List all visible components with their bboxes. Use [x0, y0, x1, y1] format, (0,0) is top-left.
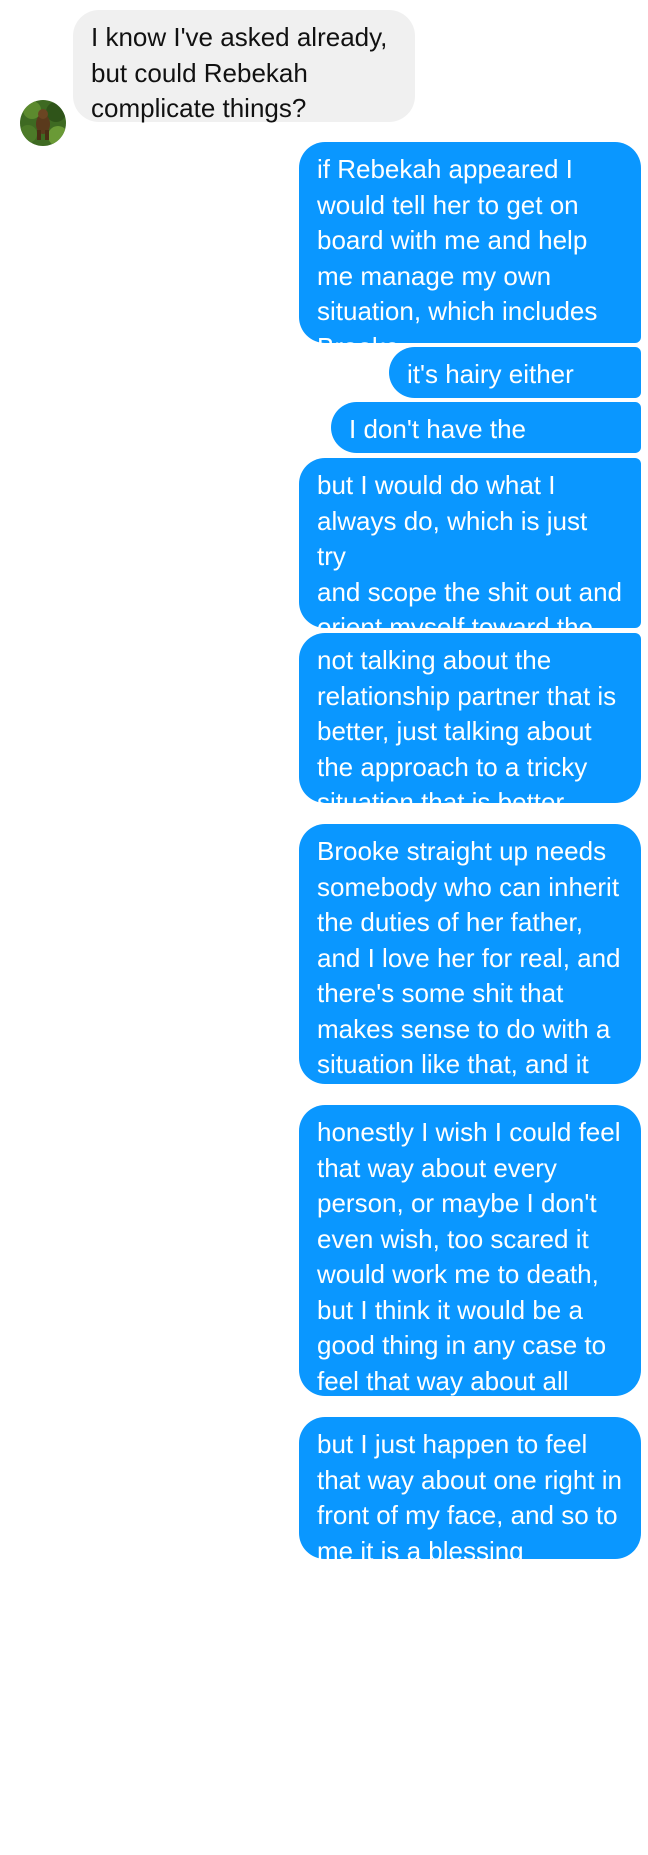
outgoing-message-bubble[interactable]: but I would do what I always do, which i…	[299, 458, 641, 678]
contact-avatar[interactable]	[20, 100, 66, 146]
outgoing-message-bubble[interactable]: I don't have the answers	[331, 402, 641, 480]
incoming-message-bubble[interactable]: I know I've asked already, but could Reb…	[73, 10, 415, 123]
outgoing-message-bubble[interactable]: it's hairy either way	[389, 347, 641, 425]
outgoing-message-bubble[interactable]: if Rebekah appeared I would tell her to …	[299, 142, 641, 362]
outgoing-message-bubble[interactable]: Brooke straight up needs somebody who ca…	[299, 824, 641, 1115]
outgoing-message-bubble[interactable]: not talking about the relationship partn…	[299, 633, 641, 817]
profile-photo-icon	[20, 100, 66, 146]
outgoing-message-bubble[interactable]: but I just happen to feel that way about…	[299, 1417, 641, 1566]
outgoing-message-bubble[interactable]: honestly I wish I could feel that way ab…	[299, 1105, 641, 1431]
